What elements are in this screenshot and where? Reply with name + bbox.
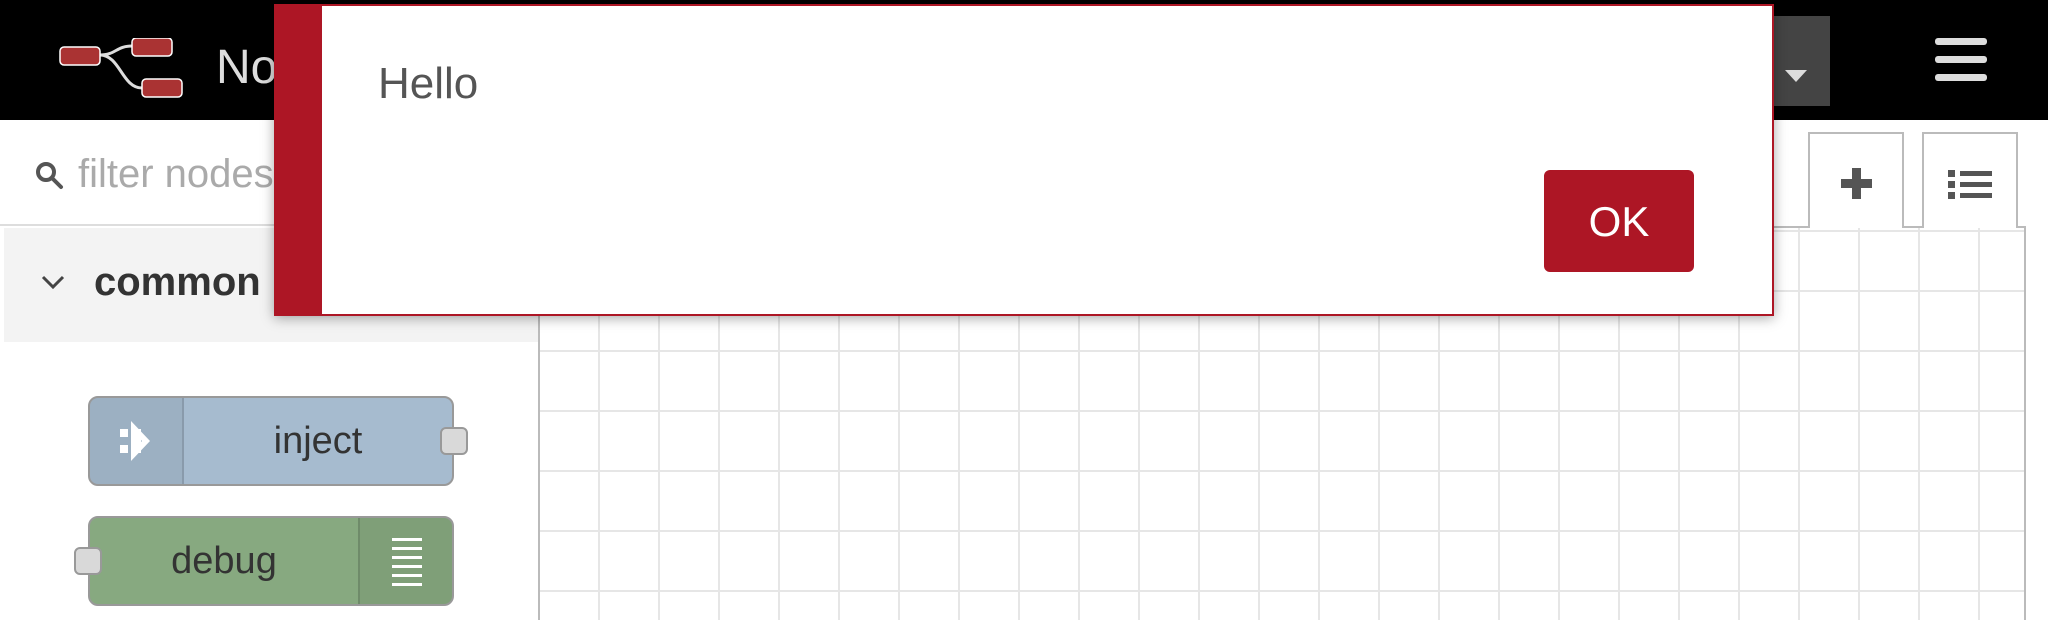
caret-down-icon <box>1785 70 1807 82</box>
notification-message: Hello <box>378 59 479 108</box>
add-flow-button[interactable] <box>1808 132 1904 228</box>
hamburger-menu-icon <box>1935 38 1987 45</box>
inject-arrow-icon <box>120 421 150 461</box>
chevron-down-icon <box>41 275 65 290</box>
output-port <box>440 427 468 455</box>
node-red-logo-icon <box>59 38 183 98</box>
search-icon <box>36 162 63 189</box>
ok-button[interactable]: OK <box>1544 170 1694 272</box>
debug-list-icon <box>392 538 422 586</box>
palette-node-debug[interactable]: debug <box>74 516 454 606</box>
node-label: debug <box>171 540 277 582</box>
list-flows-button[interactable] <box>1922 132 2018 228</box>
node-label: inject <box>273 420 363 462</box>
plus-icon <box>1841 168 1872 199</box>
main-menu-button[interactable] <box>1926 30 1996 90</box>
input-port <box>74 547 102 575</box>
notification-accent-bar <box>276 6 322 314</box>
palette-node-inject[interactable]: inject <box>88 396 468 486</box>
category-label: common <box>94 260 261 304</box>
list-icon <box>1948 170 1992 199</box>
notification-dialog: Hello OK <box>274 4 1774 316</box>
